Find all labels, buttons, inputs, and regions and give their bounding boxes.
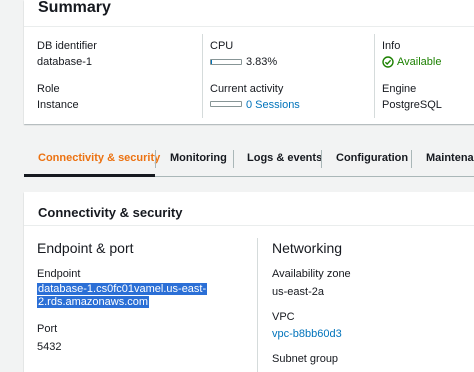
tab-separator xyxy=(321,150,322,168)
endpoint-line-2: 2.rds.amazonaws.com xyxy=(37,296,150,308)
tab-separator xyxy=(411,150,412,168)
tab-separator xyxy=(155,150,156,168)
endpoint-label: Endpoint xyxy=(37,268,81,280)
summary-header: Summary xyxy=(24,0,474,27)
sessions-bar xyxy=(210,101,242,107)
connectivity-panel: Connectivity & security Endpoint & port … xyxy=(24,192,474,372)
info-label: Info xyxy=(382,40,401,52)
networking-heading: Networking xyxy=(272,240,343,256)
db-identifier-label: DB identifier xyxy=(37,40,97,52)
cpu-label: CPU xyxy=(210,40,234,52)
check-circle-icon xyxy=(382,56,394,68)
db-identifier-value: database-1 xyxy=(37,56,93,68)
column-divider xyxy=(202,34,203,118)
engine-label: Engine xyxy=(382,83,417,95)
endpoint-line-1: database-1.cs0fc01vamel.us-east- xyxy=(37,283,208,295)
current-activity-label: Current activity xyxy=(210,83,284,95)
tab-connectivity-security[interactable]: Connectivity & security xyxy=(38,141,160,177)
sessions-link[interactable]: 0 Sessions xyxy=(246,99,300,111)
vpc-link[interactable]: vpc-b8bb60d3 xyxy=(272,328,342,340)
endpoint-value[interactable]: database-1.cs0fc01vamel.us-east- 2.rds.a… xyxy=(37,283,208,309)
vpc-label: VPC xyxy=(272,311,295,323)
endpoint-port-heading: Endpoint & port xyxy=(37,240,134,256)
role-label: Role xyxy=(37,83,60,95)
engine-value: PostgreSQL xyxy=(382,99,442,111)
port-label: Port xyxy=(37,323,58,335)
availability-zone-value: us-east-2a xyxy=(272,286,324,298)
port-value: 5432 xyxy=(37,341,62,353)
status-badge: Available xyxy=(382,56,441,68)
tab-separator xyxy=(233,150,234,168)
column-divider xyxy=(374,34,375,118)
column-divider xyxy=(257,238,258,372)
tab-monitoring[interactable]: Monitoring xyxy=(170,141,227,177)
tab-maintenance[interactable]: Maintenanc xyxy=(426,141,474,177)
summary-title: Summary xyxy=(38,0,111,16)
active-tab-indicator xyxy=(24,174,155,177)
role-value: Instance xyxy=(37,99,79,111)
tab-configuration[interactable]: Configuration xyxy=(336,141,408,177)
summary-panel: Summary DB identifier database-1 CPU 3.8… xyxy=(24,0,474,124)
tab-logs-events[interactable]: Logs & events xyxy=(247,141,322,177)
cpu-progress-bar xyxy=(210,59,242,65)
panel-header-divider xyxy=(24,225,474,226)
tab-bar: Connectivity & security Monitoring Logs … xyxy=(24,141,474,177)
subnet-group-label: Subnet group xyxy=(272,353,339,365)
availability-zone-label: Availability zone xyxy=(272,268,351,280)
status-text: Available xyxy=(397,56,442,68)
connectivity-title: Connectivity & security xyxy=(38,205,183,220)
cpu-progress-fill xyxy=(211,60,213,64)
cpu-value: 3.83% xyxy=(246,56,278,68)
